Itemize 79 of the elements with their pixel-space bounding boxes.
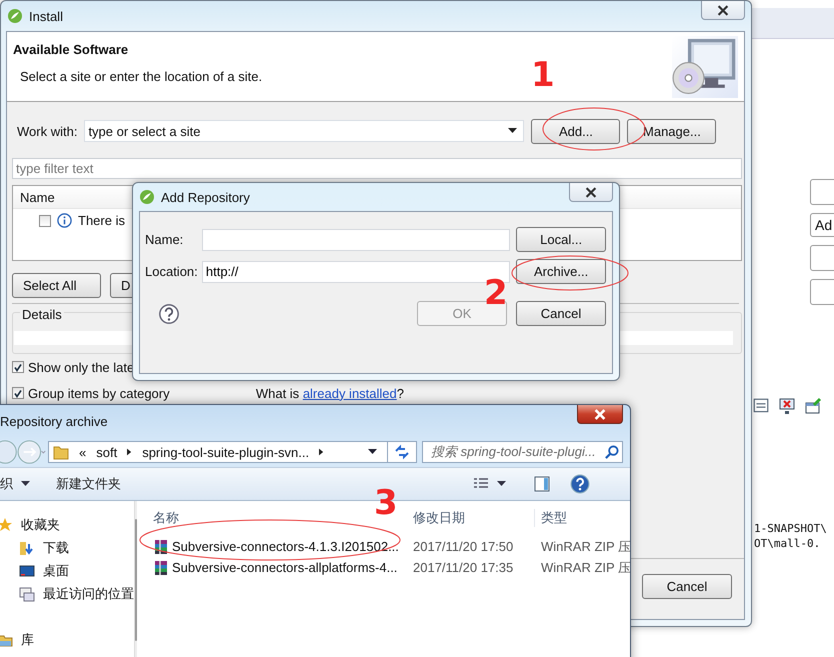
window-title: Install <box>29 8 64 24</box>
page-title: Available Software <box>13 42 130 57</box>
checkbox[interactable] <box>12 361 24 373</box>
document-icon[interactable] <box>752 397 770 415</box>
close-button[interactable] <box>569 183 613 202</box>
chevron-icon[interactable] <box>319 448 324 456</box>
close-icon <box>584 186 598 198</box>
sidebar-item[interactable]: 下载 <box>43 538 69 556</box>
toolbar-button[interactable]: 新建文件夹 <box>56 475 121 493</box>
spring-leaf-icon <box>7 8 23 24</box>
address-bar[interactable]: « soft spring-tool-suite-plugin-svn... <box>48 441 417 463</box>
annotation-number: 3 <box>374 486 398 520</box>
search-icon <box>604 444 619 460</box>
column-header[interactable]: 修改日期 <box>413 509 534 527</box>
browse-button[interactable]: Archive... <box>516 259 606 284</box>
column-header[interactable]: Name <box>13 190 55 204</box>
chevron-icon[interactable] <box>127 448 132 456</box>
checkbox[interactable] <box>39 214 51 226</box>
sidebar-item[interactable]: 收藏夹 <box>21 516 60 534</box>
table-cell-text: 2017/11/20 17:35 <box>413 560 514 575</box>
pin-icon[interactable] <box>804 397 822 415</box>
help-icon[interactable] <box>158 302 180 324</box>
sidebar-item[interactable]: 最近访问的位置 <box>43 584 134 602</box>
folder-icon <box>53 444 69 460</box>
site-button[interactable]: Manage... <box>627 118 716 144</box>
archive-file-icon <box>153 560 169 576</box>
toolbar-button[interactable]: 织 <box>0 475 30 493</box>
site-combo[interactable]: type or select a site <box>84 120 524 142</box>
dropdown-icon <box>508 128 518 134</box>
field-label: Name: <box>145 232 184 247</box>
breadcrumb-item[interactable]: « <box>79 444 86 460</box>
table-cell-text: 2017/11/20 17:50 <box>413 539 514 554</box>
desktop-icon <box>19 562 35 578</box>
spring-leaf-icon <box>139 189 155 205</box>
download-folder-icon <box>19 540 35 556</box>
cancel-button[interactable]: Cancel <box>642 574 732 598</box>
dialog-button[interactable]: Cancel <box>516 301 606 326</box>
browse-button[interactable]: Local... <box>516 227 606 252</box>
preview-pane-icon[interactable] <box>534 476 550 492</box>
console-line: 1-SNAPSHOT\ <box>754 521 828 536</box>
selection-button[interactable]: Select All <box>12 273 101 298</box>
installed-link[interactable]: already installed <box>302 386 397 400</box>
side-button[interactable]: Ad <box>810 213 834 237</box>
table-cell: There is <box>78 213 125 228</box>
dropdown-icon[interactable] <box>368 449 377 455</box>
checkbox[interactable] <box>12 387 24 399</box>
filter-field[interactable]: type filter text <box>12 158 742 179</box>
site-button[interactable]: Add... <box>531 118 620 144</box>
dialog-title: Add Repository <box>161 190 251 204</box>
info-icon <box>57 213 72 228</box>
work-with-label: Work with: <box>17 124 78 138</box>
sidebar-item[interactable]: 库 <box>21 630 34 648</box>
star-icon <box>0 516 13 532</box>
close-icon <box>593 408 607 420</box>
annotation-number: 1 <box>531 58 555 92</box>
dropdown-icon[interactable] <box>497 481 506 487</box>
archive-file-icon <box>153 538 169 554</box>
details-label: Details <box>20 307 64 322</box>
close-icon <box>716 4 730 16</box>
scrollbar[interactable] <box>134 501 137 657</box>
page-description: Select a site or enter the location of a site. <box>19 69 262 84</box>
column-header[interactable]: 类型 <box>534 509 630 527</box>
sidebar-item[interactable]: 桌面 <box>43 562 69 580</box>
field-label: Location: <box>145 264 199 279</box>
terminate-icon[interactable] <box>778 397 796 415</box>
dropdown-icon <box>21 481 30 487</box>
breadcrumb-item[interactable]: soft <box>96 444 118 460</box>
breadcrumb-item[interactable]: spring-tool-suite-plugin-svn... <box>142 444 310 460</box>
dialog-title: Repository archive <box>0 414 109 428</box>
close-button[interactable] <box>577 405 623 424</box>
search-field[interactable]: 搜索 spring-tool-suite-plugi... <box>422 441 623 463</box>
help-icon[interactable] <box>570 474 590 494</box>
option-label: Group items by category <box>28 386 170 400</box>
close-button[interactable] <box>701 1 745 20</box>
input-field[interactable] <box>202 228 510 250</box>
installed-note: What is already installed? <box>256 386 404 400</box>
recent-places-icon <box>19 586 35 602</box>
file-name[interactable]: Subversive-connectors-allplatforms-4... <box>172 560 398 575</box>
console-line: OT\mall-0. <box>754 536 822 551</box>
